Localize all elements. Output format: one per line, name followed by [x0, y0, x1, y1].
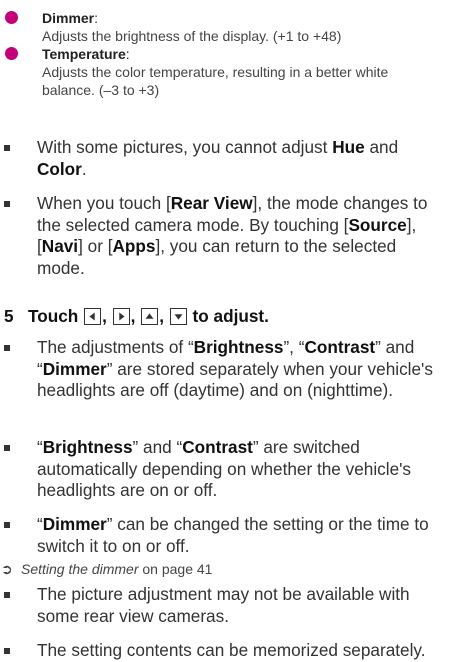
note-bullet: “Brightness” and “Contrast” are switched… [0, 437, 447, 502]
square-bullet-icon [4, 592, 10, 598]
left-arrow-icon [84, 308, 102, 325]
option-dimmer: Dimmer: Adjusts the brightness of the di… [5, 9, 455, 45]
note-bullet: The picture adjustment may not be availa… [0, 584, 447, 627]
square-bullet-icon [4, 522, 10, 528]
option-description: Adjusts the brightness of the display. (… [42, 28, 342, 44]
option-bullet-icon [5, 11, 18, 24]
option-bullet-icon [5, 47, 18, 60]
note-bullet: When you touch [Rear View], the mode cha… [0, 193, 447, 279]
square-bullet-icon [4, 345, 10, 351]
note-bullet: With some pictures, you cannot adjust Hu… [0, 137, 447, 180]
cross-reference-link[interactable]: ➲ Setting the dimmer on page 41 [0, 560, 451, 578]
note-bullet: The setting contents can be memorized se… [0, 640, 447, 662]
reference-arrow-icon: ➲ [1, 561, 13, 577]
note-bullet: “Dimmer” can be changed the setting or t… [0, 514, 447, 557]
right-arrow-icon [112, 308, 130, 325]
note-bullet: The adjustments of “Brightness”, “Contra… [0, 337, 447, 402]
step-number: 5 [4, 306, 14, 326]
reference-page: on page 41 [138, 561, 213, 577]
square-bullet-icon [4, 201, 10, 207]
up-arrow-icon [141, 308, 159, 325]
square-bullet-icon [4, 145, 10, 151]
reference-title: Setting the dimmer [21, 561, 139, 577]
option-term: Temperature: [42, 46, 130, 62]
option-temperature: Temperature: Adjusts the color temperatu… [5, 45, 455, 99]
down-arrow-icon [169, 308, 187, 325]
option-description: Adjusts the color temperature, resulting… [42, 64, 389, 98]
step-5: 5 Touch , , , to adjust. [4, 306, 269, 326]
square-bullet-icon [4, 648, 10, 654]
manual-page: Dimmer: Adjusts the brightness of the di… [0, 0, 455, 660]
option-term: Dimmer: [42, 10, 99, 26]
square-bullet-icon [4, 445, 10, 451]
